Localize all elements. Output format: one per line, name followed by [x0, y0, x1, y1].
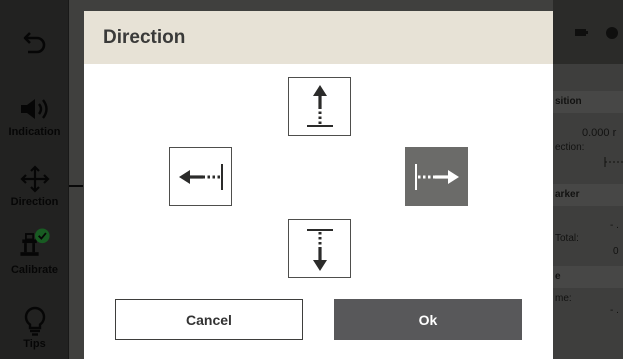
direction-left-button[interactable]: [169, 147, 232, 206]
arrow-down-from-line-icon: [306, 228, 333, 271]
arrow-right-from-line-icon: [414, 163, 459, 190]
ok-button[interactable]: Ok: [334, 299, 522, 340]
direction-dialog: Direction Cancel Ok: [84, 11, 553, 359]
arrow-up-from-line-icon: [306, 84, 333, 127]
direction-down-button[interactable]: [288, 219, 351, 278]
direction-right-button[interactable]: [405, 147, 468, 206]
arrow-left-from-line-icon: [178, 163, 223, 190]
direction-up-button[interactable]: [288, 77, 351, 136]
dialog-header: Direction: [84, 11, 553, 64]
cancel-button[interactable]: Cancel: [115, 299, 303, 340]
dialog-title: Direction: [103, 27, 186, 48]
